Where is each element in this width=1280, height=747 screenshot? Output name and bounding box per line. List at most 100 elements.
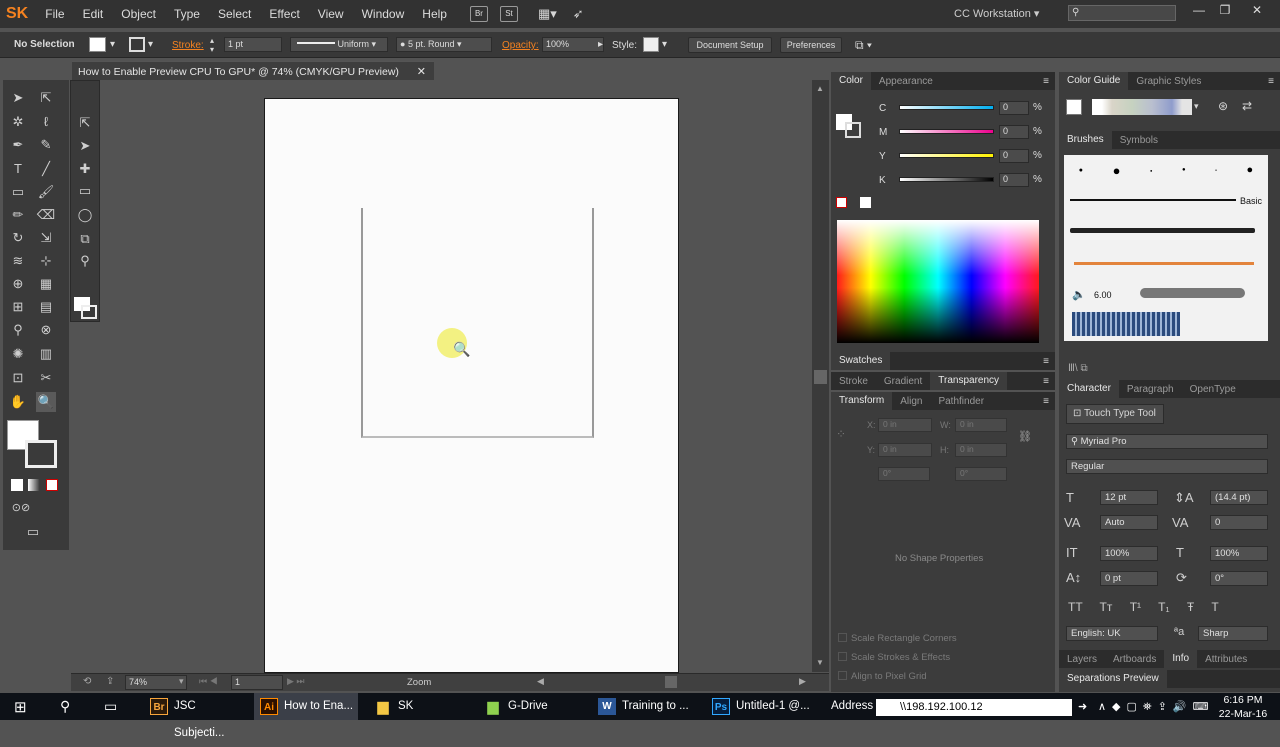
baseline-shift-field[interactable]: 0 pt bbox=[1100, 571, 1158, 586]
pattern-brush-stroke[interactable] bbox=[1072, 312, 1180, 336]
menu-help[interactable]: Help bbox=[413, 7, 456, 21]
white-swatch[interactable] bbox=[860, 197, 871, 208]
basic-brush-stroke[interactable] bbox=[1070, 199, 1236, 201]
kerning-field[interactable]: Auto bbox=[1100, 515, 1158, 530]
flyout-add-anchor-icon[interactable]: ✚ bbox=[75, 159, 95, 179]
menu-type[interactable]: Type bbox=[165, 7, 209, 21]
artboard-number-field[interactable]: 1 bbox=[231, 675, 283, 690]
stock-button[interactable]: St bbox=[499, 6, 518, 22]
language-field[interactable]: English: UK bbox=[1066, 626, 1158, 641]
eyedropper-icon[interactable]: ⚲ bbox=[8, 320, 28, 340]
menu-edit[interactable]: Edit bbox=[74, 7, 113, 21]
menu-effect[interactable]: Effect bbox=[260, 7, 308, 21]
tab-layers[interactable]: Layers bbox=[1059, 654, 1105, 665]
swatches-menu-icon[interactable]: ≡ bbox=[1043, 356, 1055, 367]
tab-paragraph[interactable]: Paragraph bbox=[1119, 384, 1182, 395]
rotate-field[interactable]: 0° bbox=[878, 467, 930, 481]
rotate-view-icon[interactable]: ⟲ bbox=[83, 676, 91, 687]
pencil-icon[interactable]: ✏ bbox=[8, 205, 28, 225]
direct-selection-tool-icon[interactable]: ⇱ bbox=[36, 88, 56, 108]
shape-builder-icon[interactable]: ⊕ bbox=[8, 274, 28, 294]
style-dropdown-icon[interactable]: ▾ bbox=[662, 39, 667, 50]
opacity-arrow-icon[interactable]: ▸ bbox=[598, 39, 603, 50]
bristle-brush-stroke[interactable] bbox=[1140, 288, 1245, 298]
bridge-button[interactable]: Br bbox=[469, 6, 488, 22]
tab-pathfinder[interactable]: Pathfinder bbox=[930, 396, 992, 407]
tab-graphic-styles[interactable]: Graphic Styles bbox=[1128, 76, 1209, 87]
stroke-dropdown-icon[interactable]: ▾ bbox=[148, 39, 153, 50]
stroke-label[interactable]: Stroke: bbox=[172, 40, 204, 51]
hscroll-thumb[interactable] bbox=[665, 676, 677, 688]
lasso-icon[interactable]: ℓ bbox=[36, 112, 56, 132]
tray-icons[interactable]: ∧◆▢⛯⇪🔊⌨ bbox=[1098, 700, 1215, 714]
line-tool-icon[interactable]: ╱ bbox=[36, 159, 56, 179]
tab-brushes[interactable]: Brushes bbox=[1059, 131, 1112, 149]
document-tab[interactable]: How to Enable Preview CPU To GPU* @ 74% … bbox=[72, 61, 434, 80]
preferences-button[interactable]: Preferences bbox=[780, 37, 842, 53]
rectangle-tool-icon[interactable]: ▭ bbox=[8, 182, 28, 202]
task-word[interactable]: W Training to ... bbox=[592, 693, 696, 720]
selection-tool-icon[interactable]: ➤ bbox=[8, 88, 28, 108]
first-artboard-icon[interactable]: ⏮ ◀ bbox=[199, 676, 218, 687]
hand-tool-icon[interactable]: ✋ bbox=[8, 392, 28, 412]
x-field[interactable]: 0 in bbox=[878, 418, 932, 432]
workspace-switcher[interactable]: CC Workstation ▾ bbox=[954, 7, 1039, 20]
eraser-icon[interactable]: ⌫ bbox=[36, 205, 56, 225]
curvature-tool-icon[interactable]: ✎ bbox=[36, 135, 56, 155]
flyout-direct-select-icon[interactable]: ➤ bbox=[75, 136, 95, 156]
rotate-tool-icon[interactable]: ↻ bbox=[8, 228, 28, 248]
channel-c-value[interactable]: 0 bbox=[999, 101, 1029, 115]
tab-gradient[interactable]: Gradient bbox=[876, 376, 930, 387]
stroke-swatch[interactable] bbox=[129, 37, 145, 52]
tab-align[interactable]: Align bbox=[892, 396, 930, 407]
tab-color[interactable]: Color bbox=[831, 72, 871, 90]
scroll-up-icon[interactable]: ▲ bbox=[816, 84, 824, 93]
scroll-thumb[interactable] bbox=[814, 370, 827, 384]
document-setup-button[interactable]: Document Setup bbox=[688, 37, 772, 53]
char-rotation-field[interactable]: 0° bbox=[1210, 571, 1268, 586]
arrange-documents-icon[interactable]: ▦▾ bbox=[538, 6, 557, 22]
stroke-color-box[interactable] bbox=[25, 440, 57, 468]
scale-rect-corners[interactable]: Scale Rectangle Corners bbox=[838, 633, 957, 644]
variable-width-profile[interactable]: Uniform ▾ bbox=[290, 37, 388, 52]
fill-dropdown-icon[interactable]: ▾ bbox=[110, 39, 115, 50]
menu-window[interactable]: Window bbox=[353, 7, 414, 21]
panel-menu-icon[interactable]: ≡ bbox=[1043, 76, 1055, 87]
task-view-icon[interactable]: ▭ bbox=[104, 698, 117, 715]
next-artboard-icon[interactable]: ▶ ⏭ bbox=[287, 676, 305, 687]
free-transform-icon[interactable]: ⊹ bbox=[36, 251, 56, 271]
text-case-icons[interactable]: TT Tт T¹ T₁ Ŧ T bbox=[1068, 600, 1219, 614]
vertical-scrollbar[interactable]: ▲ ▼ bbox=[812, 80, 829, 672]
draw-mode-icon[interactable]: ⊙⊘ bbox=[11, 498, 31, 518]
anti-alias-field[interactable]: Sharp bbox=[1198, 626, 1268, 641]
tab-transform[interactable]: Transform bbox=[831, 392, 893, 410]
close-icon[interactable]: ✕ bbox=[1246, 3, 1268, 21]
hscroll-right-icon[interactable]: ▶ bbox=[799, 676, 806, 687]
tab-stroke[interactable]: Stroke bbox=[831, 376, 876, 387]
task-gdrive[interactable]: ▆ G-Drive bbox=[478, 693, 582, 720]
menu-object[interactable]: Object bbox=[112, 7, 165, 21]
font-size-field[interactable]: 12 pt bbox=[1100, 490, 1158, 505]
search-taskbar-icon[interactable]: ⚲ bbox=[60, 698, 70, 715]
blend-tool-icon[interactable]: ⊗ bbox=[36, 320, 56, 340]
horizontal-scale-field[interactable]: 100% bbox=[1210, 546, 1268, 561]
shear-field[interactable]: 0° bbox=[955, 467, 1007, 481]
channel-k-value[interactable]: 0 bbox=[999, 173, 1029, 187]
tab-info[interactable]: Info bbox=[1164, 650, 1198, 668]
channel-k-slider[interactable] bbox=[899, 177, 994, 182]
y-field[interactable]: 0 in bbox=[878, 443, 932, 457]
constrain-link-icon[interactable]: ⛓ bbox=[1018, 430, 1032, 443]
close-tab-icon[interactable]: ✕ bbox=[417, 65, 426, 78]
slice-tool-icon[interactable]: ✂ bbox=[36, 368, 56, 388]
tab-transparency[interactable]: Transparency bbox=[930, 372, 1008, 390]
leading-field[interactable]: (14.4 pt) bbox=[1210, 490, 1268, 505]
start-icon[interactable]: ⊞ bbox=[14, 698, 27, 716]
channel-m-value[interactable]: 0 bbox=[999, 125, 1029, 139]
flyout-ellipse-icon[interactable]: ◯ bbox=[75, 205, 95, 225]
none-mode-icon[interactable] bbox=[46, 479, 58, 491]
task-bridge[interactable]: Br JSC Subjecti... bbox=[144, 693, 248, 739]
reference-point-icon[interactable]: ⁘ bbox=[836, 427, 846, 441]
status-arrow-icon[interactable]: ◀ bbox=[537, 676, 544, 687]
perspective-grid-icon[interactable]: ▦ bbox=[36, 274, 56, 294]
harmony-rules[interactable] bbox=[1092, 99, 1192, 115]
